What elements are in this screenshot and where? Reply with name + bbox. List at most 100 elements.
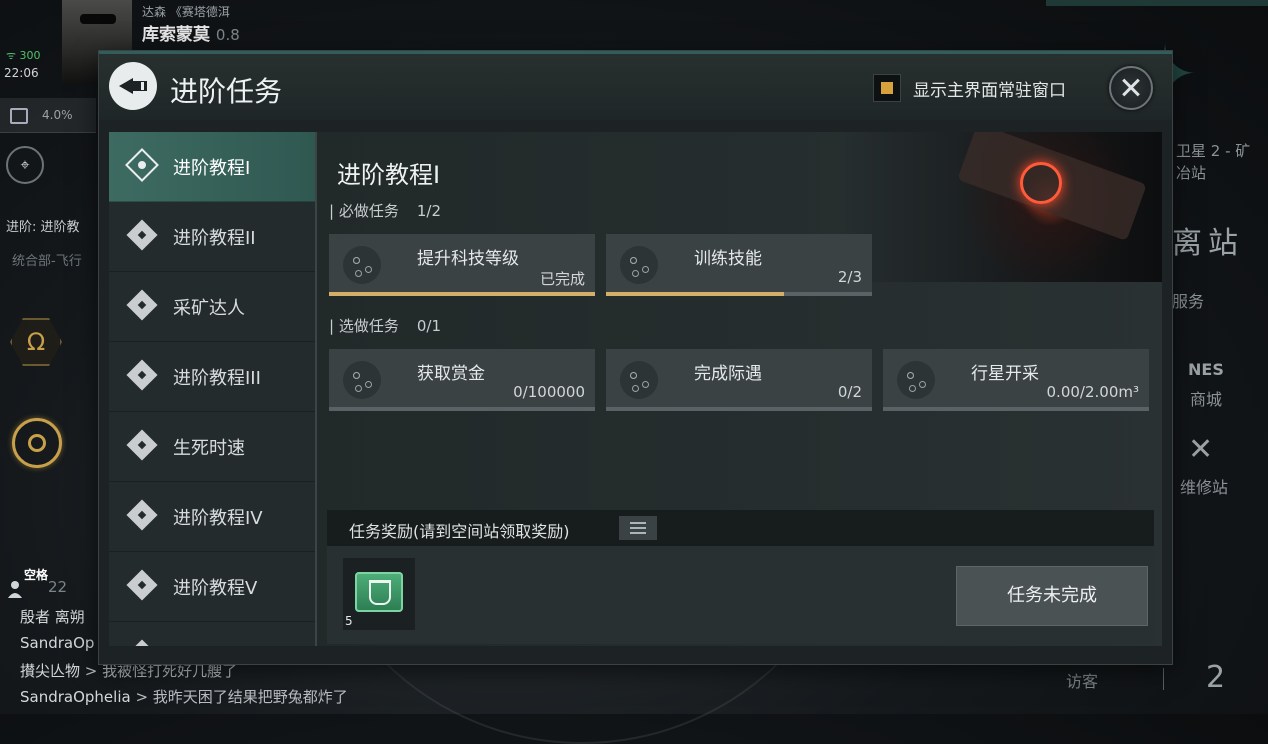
task-route-icon [620, 361, 658, 399]
location-pin-icon[interactable]: ⌖ [6, 146, 44, 184]
info-diamond-icon [126, 639, 158, 646]
sidebar-item[interactable]: 生死时速 [109, 412, 315, 482]
target-icon[interactable] [12, 418, 62, 468]
target-diamond-icon [125, 148, 159, 182]
task-name: 完成际遇 [694, 364, 762, 384]
task-card[interactable]: 获取赏金 0/100000 [329, 349, 595, 411]
close-button[interactable] [1109, 66, 1153, 110]
route-node [365, 381, 372, 388]
route-node [355, 270, 362, 277]
sidebar-item-label: 进阶教程I [173, 158, 251, 179]
chat-message: > 我被怪打死好几艘了 [80, 662, 238, 680]
task-route-icon [343, 361, 381, 399]
task-progress-bar [606, 292, 872, 296]
task-progress: 0/100000 [513, 383, 585, 401]
show-window-label[interactable]: 显示主界面常驻窗口 [913, 76, 1066, 101]
chat-line: 殷者 离朔 [20, 606, 85, 627]
route-node [630, 372, 637, 379]
sidebar-item[interactable]: 进阶教程II [109, 202, 315, 272]
advanced-missions-dialog: 进阶任务 显示主界面常驻窗口 进阶教程I 进阶教程II 采矿达人进阶教程III 生死时… [99, 51, 1172, 664]
info-diamond-icon [126, 359, 158, 391]
route-node [632, 385, 639, 392]
cargo-indicator[interactable]: 4.0% [0, 98, 96, 133]
repair-button[interactable]: 维修站 [1180, 474, 1228, 498]
reward-item[interactable]: 5 [343, 558, 415, 630]
sidebar-item[interactable]: 进阶教程I [109, 132, 315, 202]
task-progress-bar [329, 292, 595, 296]
task-card[interactable]: 行星开采 0.00/2.00m³ [883, 349, 1149, 411]
task-name: 提升科技等级 [417, 249, 519, 269]
back-button[interactable] [109, 62, 157, 110]
tracked-task-sub: 统合部-飞行 [12, 254, 82, 269]
task-route-icon [897, 361, 935, 399]
tracked-task-title[interactable]: 进阶: 进阶教 [6, 216, 80, 235]
route-node [353, 257, 360, 264]
reward-item-qty: 5 [345, 614, 353, 628]
task-progress-bar [883, 407, 1149, 411]
dialog-header: 进阶任务 显示主界面常驻窗口 [99, 54, 1172, 120]
route-node [632, 270, 639, 277]
chat-speaker[interactable]: 攅尖亾物 [20, 662, 80, 680]
sidebar-item[interactable]: 进阶教程III [109, 342, 315, 412]
route-node [907, 372, 914, 379]
info-diamond-icon [126, 219, 158, 251]
reward-area: 5 任务未完成 [327, 546, 1154, 644]
sidebar-item-label: 采矿达人 [173, 298, 245, 319]
show-window-checkbox[interactable] [873, 74, 901, 102]
space-key-label: 空格 [24, 568, 49, 582]
task-progress: 0/2 [837, 383, 862, 401]
sidebar-item[interactable]: 进阶教程V [109, 552, 315, 622]
chat-speaker[interactable]: 殷者 离朔 [20, 608, 85, 626]
task-card[interactable]: 完成际遇 0/2 [606, 349, 872, 411]
chat-online-count: 22 [48, 578, 68, 596]
shop-button[interactable]: 商城 [1190, 386, 1222, 410]
content-title: 进阶教程I [337, 161, 441, 189]
pilot-corp: 达森 《赛塔德洱 [142, 5, 230, 19]
task-progress-bar [329, 407, 595, 411]
visitor-count: 2 [1206, 660, 1226, 695]
cargo-icon [10, 107, 28, 124]
sidebar-item[interactable]: 路线打击 [109, 622, 315, 646]
chat-speaker[interactable]: SandraOphelia [20, 688, 131, 706]
sidebar-item-label: 生死时速 [173, 438, 245, 459]
chat-message: > 我昨天困了结果把野兔都炸了 [130, 688, 348, 706]
reward-header: 任务奖励(请到空间站领取奖励) [327, 510, 1154, 546]
sidebar-item-label: 进阶教程IV [173, 508, 263, 529]
omega-icon[interactable]: Ω [10, 318, 62, 366]
pilot-security: 0.8 [215, 26, 240, 44]
visitor-label[interactable]: 访客 [1066, 668, 1098, 692]
sidebar-item[interactable]: 进阶教程IV [109, 482, 315, 552]
shop-icon[interactable]: NES [1188, 360, 1224, 379]
mission-status-button[interactable]: 任务未完成 [956, 566, 1148, 626]
wifi-icon: ᯤ 300 [6, 49, 41, 62]
route-node [642, 266, 649, 273]
clock: 22:06 [4, 66, 39, 80]
task-progress-fill [606, 292, 785, 296]
dialog-title: 进阶任务 [170, 75, 283, 108]
pilot-name-text: 库索蒙莫 [142, 25, 210, 45]
repair-icon[interactable]: ✕ [1188, 432, 1213, 467]
menu-icon[interactable] [619, 516, 657, 540]
required-count: 1/2 [416, 202, 441, 220]
sidebar-item[interactable]: 采矿达人 [109, 272, 315, 342]
chat-line: SandraOphelia > 我昨天困了结果把野兔都炸了 [20, 686, 348, 707]
mission-sidebar: 进阶教程I 进阶教程II 采矿达人进阶教程III 生死时速进阶教程IV 进阶教程V 路线打… [109, 132, 317, 646]
task-card[interactable]: 提升科技等级 已完成 [329, 234, 595, 296]
route-node [365, 266, 372, 273]
task-name: 行星开采 [971, 364, 1039, 384]
route-node [353, 372, 360, 379]
task-name: 获取赏金 [417, 364, 485, 384]
station-name: 卫星 2 - 矿冶站 [1176, 140, 1250, 184]
task-card[interactable]: 训练技能 2/3 [606, 234, 872, 296]
divider [1163, 668, 1164, 690]
task-route-icon [343, 246, 381, 284]
chat-speaker[interactable]: SandraOp [20, 634, 94, 652]
route-node [630, 257, 637, 264]
route-node [642, 381, 649, 388]
skill-book-icon [355, 572, 403, 612]
task-progress: 2/3 [837, 268, 862, 286]
sidebar-item-label: 进阶教程V [173, 578, 258, 599]
sidebar-item-label: 进阶教程II [173, 228, 256, 249]
info-diamond-icon [126, 499, 158, 531]
undock-button[interactable]: 离站 [1172, 218, 1244, 262]
